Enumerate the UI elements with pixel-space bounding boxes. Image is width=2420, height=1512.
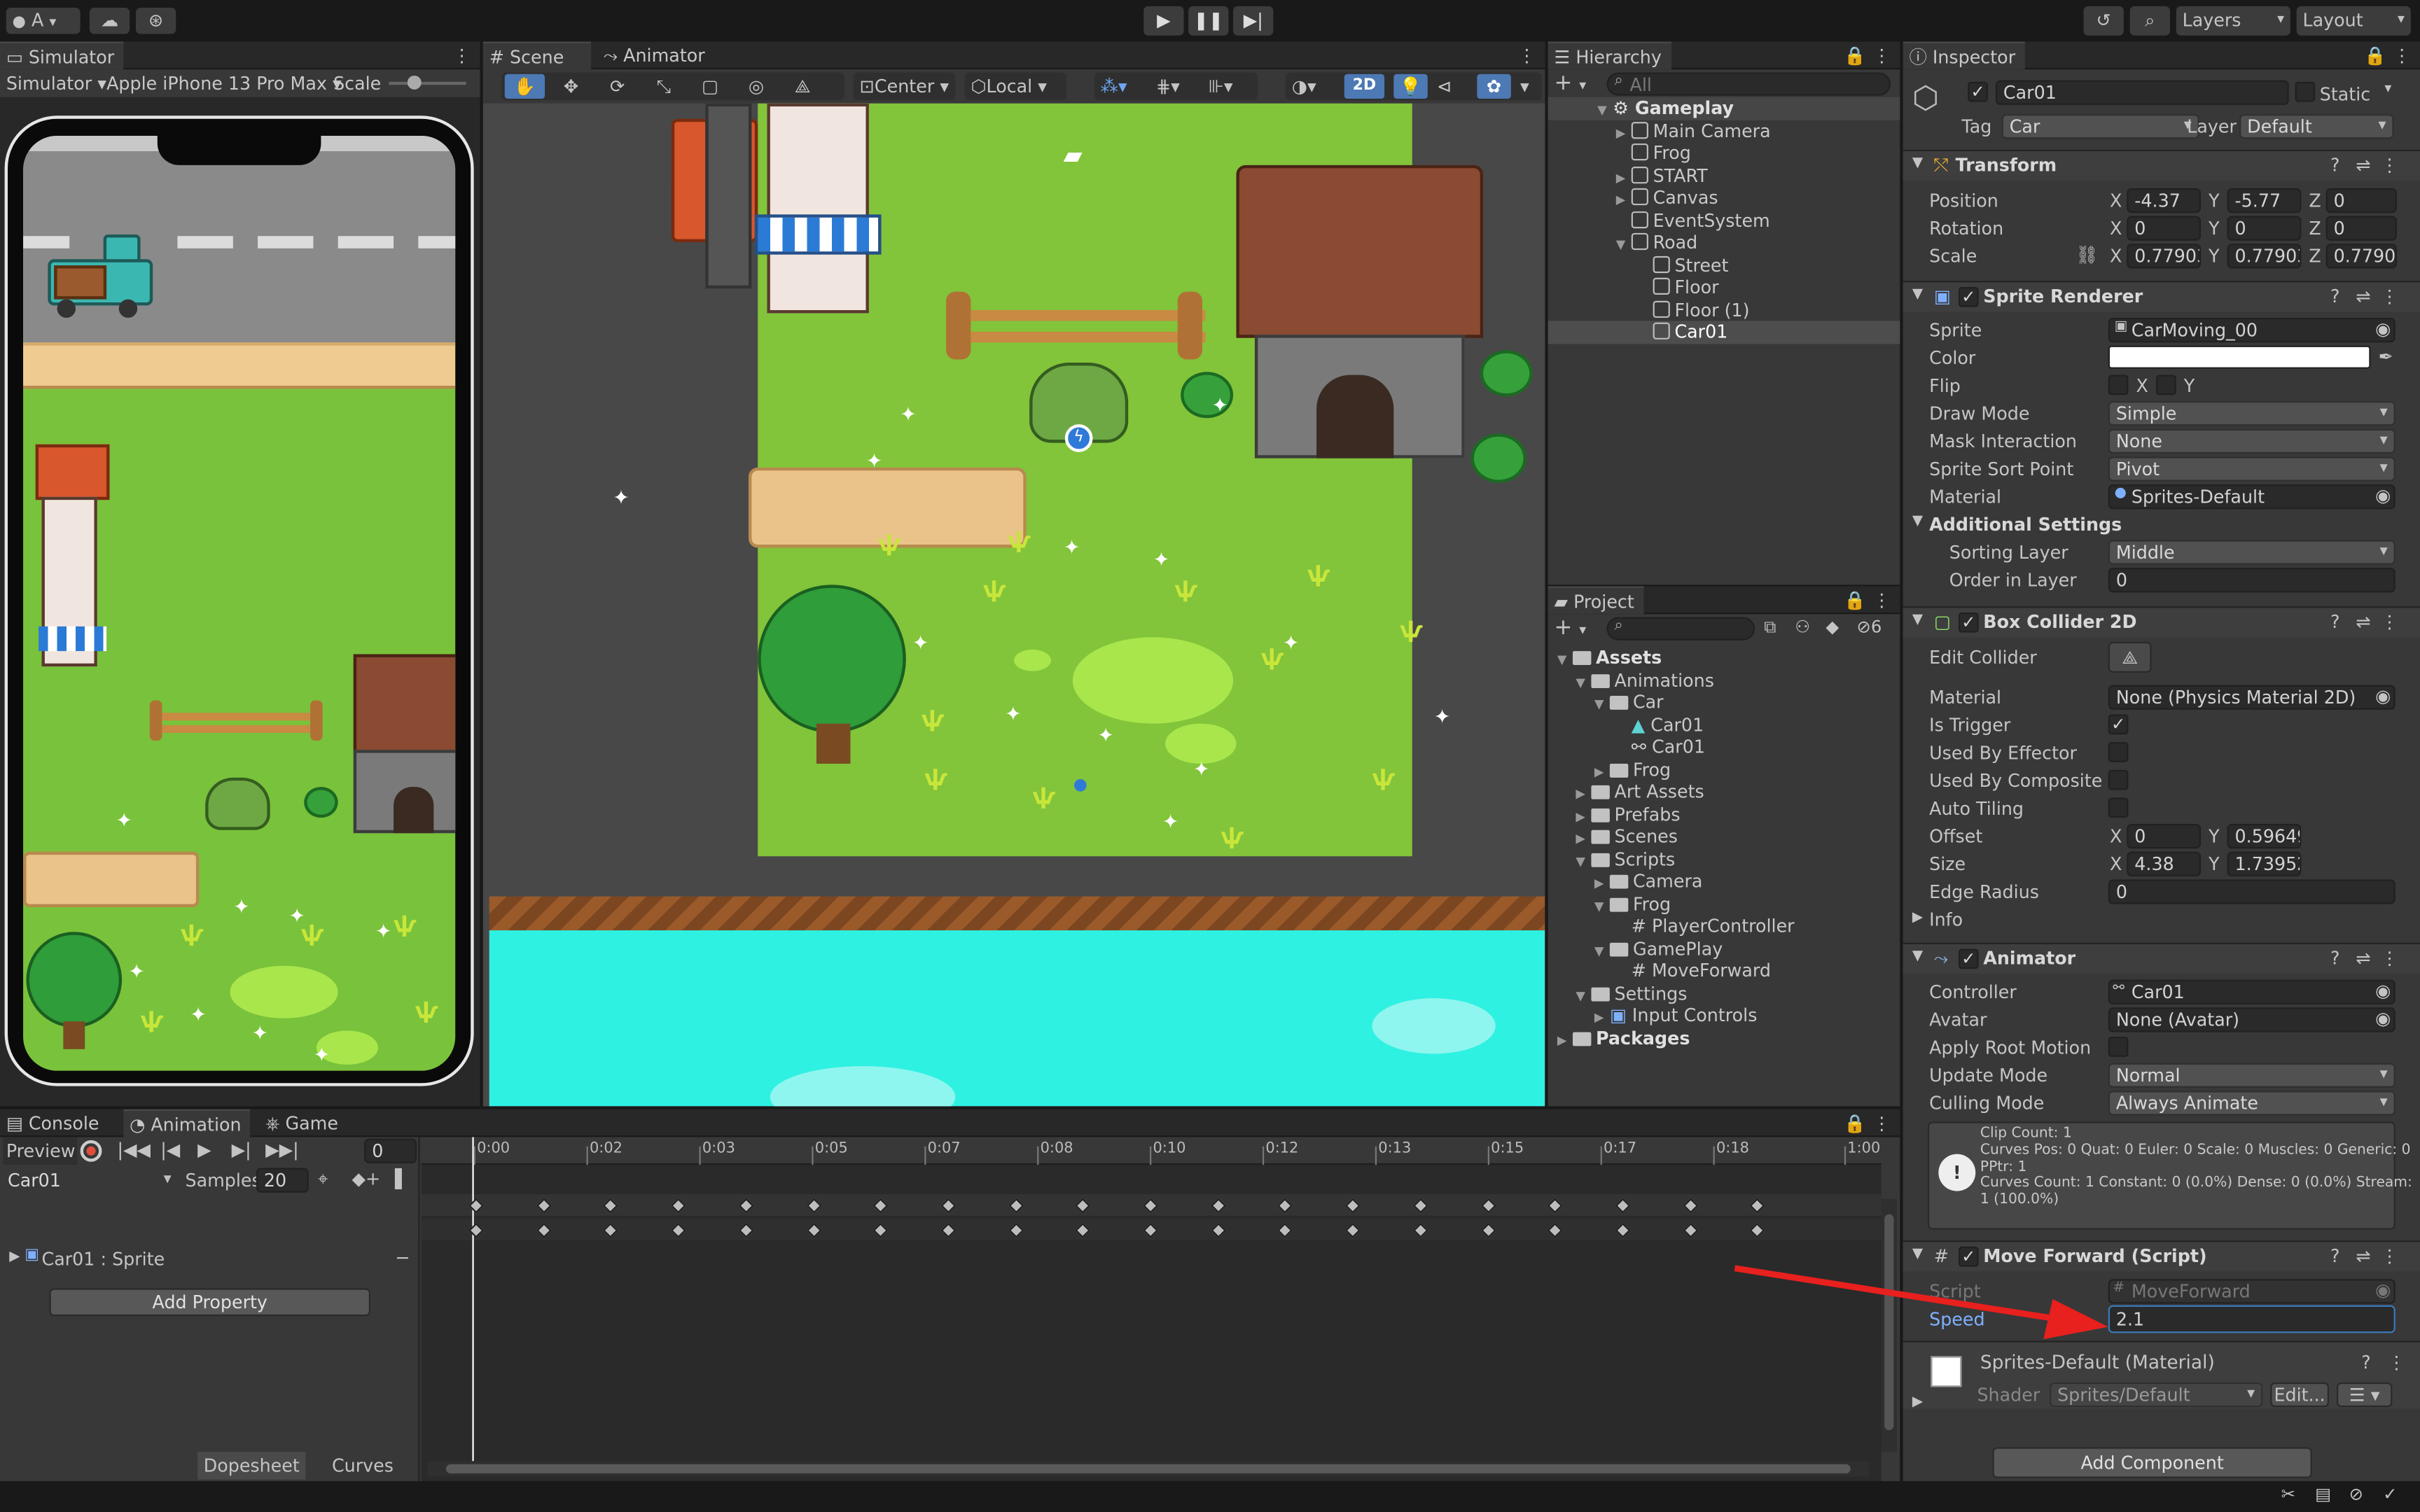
- annotation-arrow: [1734, 1265, 2108, 1340]
